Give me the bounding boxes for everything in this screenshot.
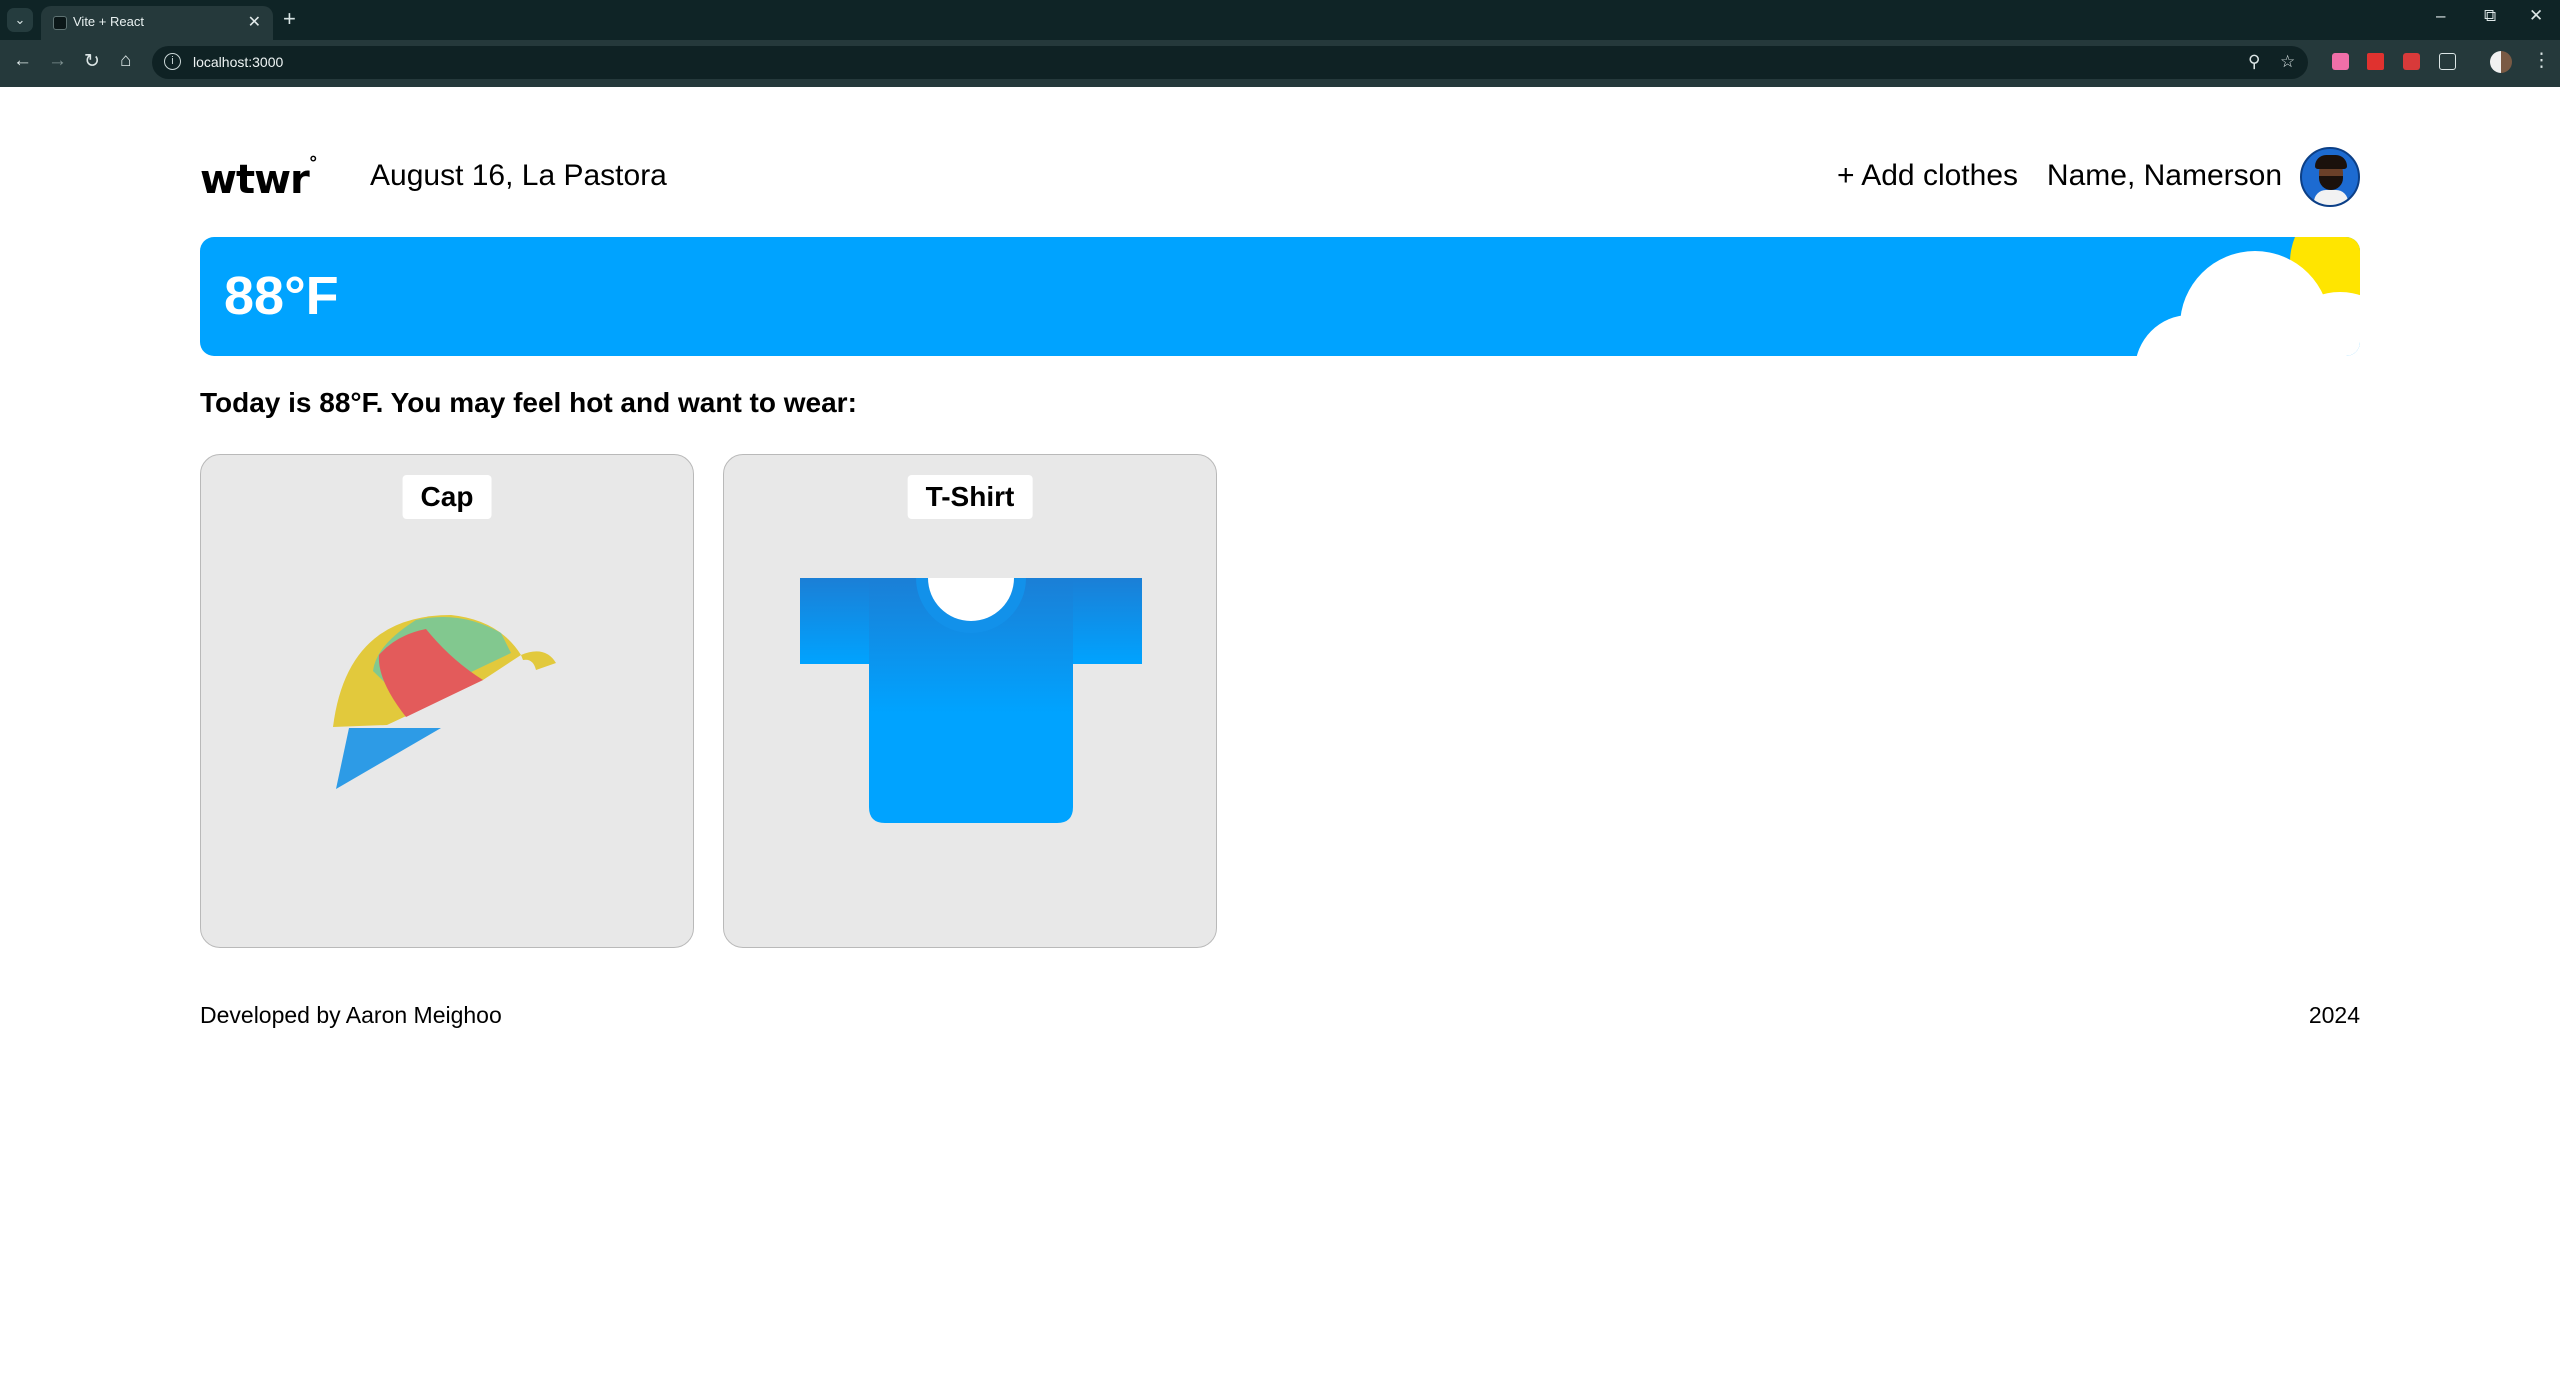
close-window-button[interactable]: ✕ <box>2529 6 2543 26</box>
forward-button[interactable]: → <box>48 50 67 72</box>
footer-developer: Developed by Aaron Meighoo <box>200 1002 502 1028</box>
weather-banner: 88°F <box>200 237 2360 356</box>
browser-menu-icon[interactable]: ⋮ <box>2532 49 2551 72</box>
add-clothes-button[interactable]: + Add clothes <box>1837 159 2018 193</box>
new-tab-button[interactable]: + <box>283 6 296 32</box>
avatar-hair <box>2315 155 2347 169</box>
avatar-beard <box>2319 176 2343 190</box>
favicon-icon <box>53 16 67 30</box>
date-location: August 16, La Pastora <box>370 159 667 192</box>
browser-toolbar: ← → ↻ ⌂ i localhost:3000 ⚲ ☆ ⋮ <box>0 40 2560 87</box>
browser-chrome: ⌄ Vite + React ✕ + – ⧉ ✕ ← → ↻ ⌂ i local… <box>0 0 2560 87</box>
tab-close-icon[interactable]: ✕ <box>248 12 261 32</box>
reload-button[interactable]: ↻ <box>84 50 100 73</box>
tab-strip: ⌄ Vite + React ✕ + – ⧉ ✕ <box>0 0 2560 40</box>
cap-image <box>333 615 556 789</box>
site-info-icon[interactable]: i <box>164 53 181 70</box>
recommendation-text: Today is 88°F. You may feel hot and want… <box>200 387 857 418</box>
logo-text: wtwr <box>200 157 310 203</box>
address-bar[interactable]: i localhost:3000 ⚲ ☆ <box>152 46 2308 79</box>
tab-title: Vite + React <box>73 14 144 29</box>
zoom-icon[interactable]: ⚲ <box>2248 52 2260 72</box>
item-name: Cap <box>402 475 492 519</box>
avatar[interactable] <box>2300 147 2360 207</box>
avatar-shirt <box>2314 190 2348 205</box>
extension-icon[interactable] <box>2403 53 2420 70</box>
logo-degree: ° <box>308 152 318 174</box>
tshirt-image <box>800 578 1142 823</box>
footer-year: 2024 <box>2308 1002 2360 1028</box>
extensions-puzzle-icon[interactable] <box>2439 53 2456 70</box>
item-name: T-Shirt <box>907 475 1033 519</box>
browser-tab[interactable]: Vite + React ✕ <box>41 6 273 40</box>
extension-icon[interactable] <box>2332 53 2349 70</box>
item-card-tshirt[interactable]: T-Shirt <box>723 454 1217 948</box>
restore-button[interactable]: ⧉ <box>2484 6 2496 26</box>
profile-avatar-icon[interactable] <box>2490 51 2512 73</box>
home-button[interactable]: ⌂ <box>120 50 131 72</box>
logo[interactable]: wtwr° <box>200 153 318 203</box>
extension-icon[interactable] <box>2367 53 2384 70</box>
bookmark-star-icon[interactable]: ☆ <box>2280 52 2295 72</box>
minimize-button[interactable]: – <box>2436 6 2445 26</box>
url-text: localhost:3000 <box>193 54 284 70</box>
tab-search-button[interactable]: ⌄ <box>7 8 33 32</box>
username[interactable]: Name, Namerson <box>2047 159 2282 193</box>
page: wtwr° August 16, La Pastora + Add clothe… <box>0 87 2560 1392</box>
back-button[interactable]: ← <box>13 50 32 72</box>
temperature: 88°F <box>224 266 339 326</box>
item-card-cap[interactable]: Cap <box>200 454 694 948</box>
